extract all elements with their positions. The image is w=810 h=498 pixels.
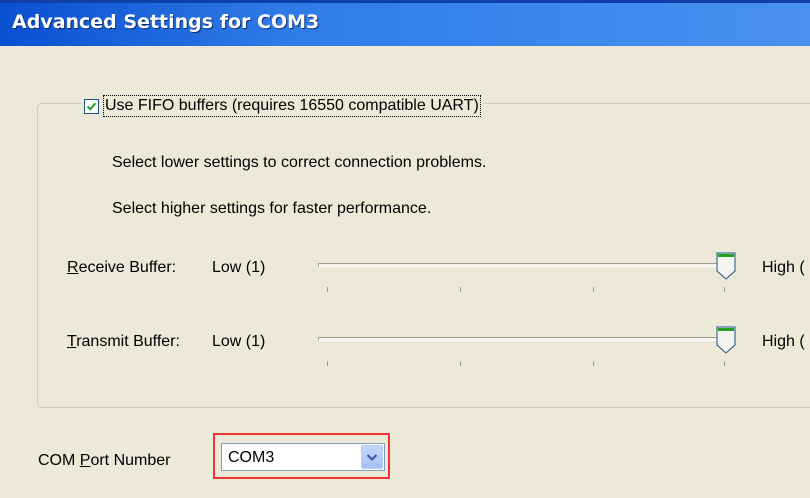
fifo-groupbox: [37, 103, 810, 408]
transmit-tick: [724, 361, 725, 366]
com-port-label-before: COM: [38, 452, 80, 469]
transmit-slider-thumb[interactable]: [716, 326, 736, 354]
transmit-buffer-label-text: ransmit Buffer:: [76, 333, 180, 350]
window-title: Advanced Settings for COM3: [12, 11, 320, 33]
receive-buffer-accesskey: R: [67, 259, 79, 276]
com-port-select[interactable]: COM3: [221, 443, 385, 471]
receive-buffer-label: Receive Buffer:: [67, 259, 176, 277]
com-port-value: COM3: [228, 449, 275, 466]
receive-tick: [593, 287, 594, 292]
com-port-accesskey: P: [79, 452, 91, 469]
info-text-lower: Select lower settings to correct connect…: [112, 154, 487, 171]
checkmark-icon: [86, 102, 97, 111]
dropdown-button[interactable]: [361, 445, 383, 469]
transmit-high-label: High (: [762, 333, 805, 350]
receive-buffer-label-text: eceive Buffer:: [78, 259, 177, 276]
com-port-label-after: ort Number: [90, 452, 171, 469]
receive-low-label: Low (1): [212, 259, 266, 276]
fifo-checkbox[interactable]: [84, 98, 99, 114]
fifo-checkbox-label[interactable]: Use FIFO buffers (requires 16550 compati…: [103, 95, 481, 117]
title-bar[interactable]: Advanced Settings for COM3: [0, 0, 810, 46]
transmit-buffer-label: Transmit Buffer:: [67, 333, 180, 351]
receive-slider-track[interactable]: [318, 263, 730, 267]
fifo-checkbox-row[interactable]: Use FIFO buffers (requires 16550 compati…: [82, 94, 483, 118]
transmit-low-label: Low (1): [212, 333, 266, 350]
receive-tick: [327, 287, 328, 292]
transmit-buffer-accesskey: T: [67, 333, 77, 350]
transmit-tick: [327, 361, 328, 366]
transmit-tick: [593, 361, 594, 366]
transmit-tick: [460, 361, 461, 366]
chevron-down-icon: [366, 453, 378, 461]
com-port-label: COM Port Number: [38, 452, 170, 470]
info-text-higher: Select higher settings for faster perfor…: [112, 200, 432, 217]
receive-high-label: High (: [762, 259, 805, 276]
receive-slider-thumb[interactable]: [716, 252, 736, 280]
receive-tick: [460, 287, 461, 292]
receive-tick: [724, 287, 725, 292]
transmit-slider-track[interactable]: [318, 337, 730, 341]
